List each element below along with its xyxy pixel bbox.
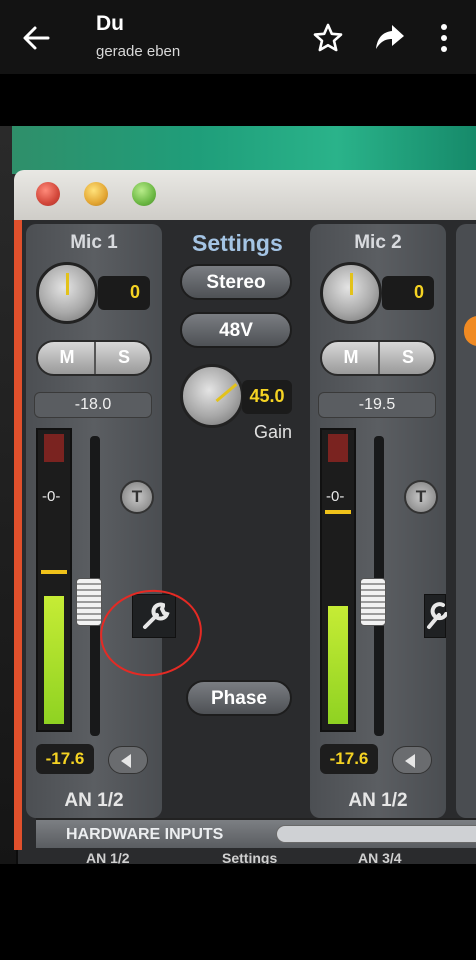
peak-hold — [41, 570, 67, 574]
back-arrow-icon — [23, 26, 50, 50]
section-label: HARDWARE INPUTS — [66, 826, 224, 843]
channel-settings-button[interactable] — [424, 594, 447, 638]
fader-handle[interactable] — [360, 578, 386, 626]
phase-button[interactable]: Phase — [186, 680, 292, 716]
mute-solo-group: M S — [36, 340, 152, 376]
channel-strip-mic1: Mic 1 0 M S -18.0 -0- T -17.6 AN 1/2 — [26, 224, 176, 818]
fader-level-readout[interactable]: -19.5 — [318, 392, 436, 418]
stereo-button[interactable]: Stereo — [180, 264, 292, 300]
share-button[interactable] — [372, 21, 408, 55]
channel-name: Mic 1 — [70, 232, 118, 253]
desktop-wallpaper — [12, 126, 476, 174]
tab-settings[interactable]: Settings — [222, 850, 277, 864]
solo-button[interactable]: S — [96, 342, 152, 374]
meter-zero-mark: -0- — [326, 488, 345, 505]
mute-button[interactable]: M — [40, 342, 96, 374]
gain-knob[interactable] — [180, 364, 244, 428]
close-window-button[interactable] — [36, 182, 60, 206]
solo-button[interactable]: S — [380, 342, 436, 374]
talkback-button[interactable]: T — [120, 480, 154, 514]
output-level-value: -17.6 — [36, 744, 94, 774]
collapse-arrow-button[interactable] — [392, 746, 432, 774]
mute-button[interactable]: M — [324, 342, 380, 374]
gain-value: 45.0 — [242, 380, 292, 414]
channel-route[interactable]: AN 1/2 — [310, 790, 446, 812]
next-channel-strip — [456, 224, 476, 818]
trim-knob[interactable] — [320, 262, 382, 324]
channel-strip-mic2: Mic 2 0 M S -19.5 -0- T -17.6 AN 1/2 — [310, 224, 447, 818]
channel-name: Mic 2 — [354, 232, 402, 253]
horizontal-scrollbar[interactable] — [276, 825, 476, 843]
sender-name: Du — [96, 12, 124, 35]
gain-label: Gain — [254, 422, 293, 442]
phantom-power-button[interactable]: 48V — [180, 312, 292, 348]
zoom-window-button[interactable] — [132, 182, 156, 206]
channel-route[interactable]: AN 1/2 — [26, 790, 162, 812]
meter-fill — [328, 606, 348, 724]
settings-title: Settings — [192, 230, 283, 256]
clip-indicator — [328, 434, 348, 462]
share-icon — [376, 25, 404, 49]
mixer-window: Mic 1 0 M S -18.0 -0- T -17.6 AN 1/2 Set… — [18, 220, 476, 864]
app-bar: Du gerade eben — [0, 0, 476, 74]
star-icon — [313, 23, 343, 52]
talkback-button[interactable]: T — [404, 480, 438, 514]
photo: Mic 1 0 M S -18.0 -0- T -17.6 AN 1/2 Set… — [0, 126, 476, 864]
wrench-icon — [427, 602, 447, 629]
mute-solo-group: M S — [320, 340, 436, 376]
fader-level-readout[interactable]: -18.0 — [34, 392, 152, 418]
timestamp: gerade eben — [96, 43, 181, 60]
trim-value: 0 — [382, 276, 434, 310]
more-options-button[interactable] — [432, 21, 456, 55]
tab-an12[interactable]: AN 1/2 — [86, 850, 130, 864]
meter-fill — [44, 596, 64, 724]
level-meter: -0- — [320, 428, 356, 732]
more-vert-icon — [441, 24, 447, 52]
trim-knob[interactable] — [36, 262, 98, 324]
fader-handle[interactable] — [76, 578, 102, 626]
bottom-tabs: AN 1/2 Settings AN 3/4 — [36, 848, 476, 864]
collapse-arrow-button[interactable] — [108, 746, 148, 774]
peak-hold — [325, 510, 351, 514]
level-meter: -0- — [36, 428, 72, 732]
window-red-edge — [14, 220, 22, 850]
section-bar: HARDWARE INPUTS — [36, 818, 476, 848]
output-level-value: -17.6 — [320, 744, 378, 774]
minimize-window-button[interactable] — [84, 182, 108, 206]
clip-indicator — [44, 434, 64, 462]
window-titlebar — [14, 170, 476, 220]
trim-value: 0 — [98, 276, 150, 310]
back-button[interactable] — [18, 20, 54, 56]
meter-zero-mark: -0- — [42, 488, 61, 505]
tab-an34[interactable]: AN 3/4 — [358, 850, 402, 864]
star-button[interactable] — [311, 21, 345, 55]
